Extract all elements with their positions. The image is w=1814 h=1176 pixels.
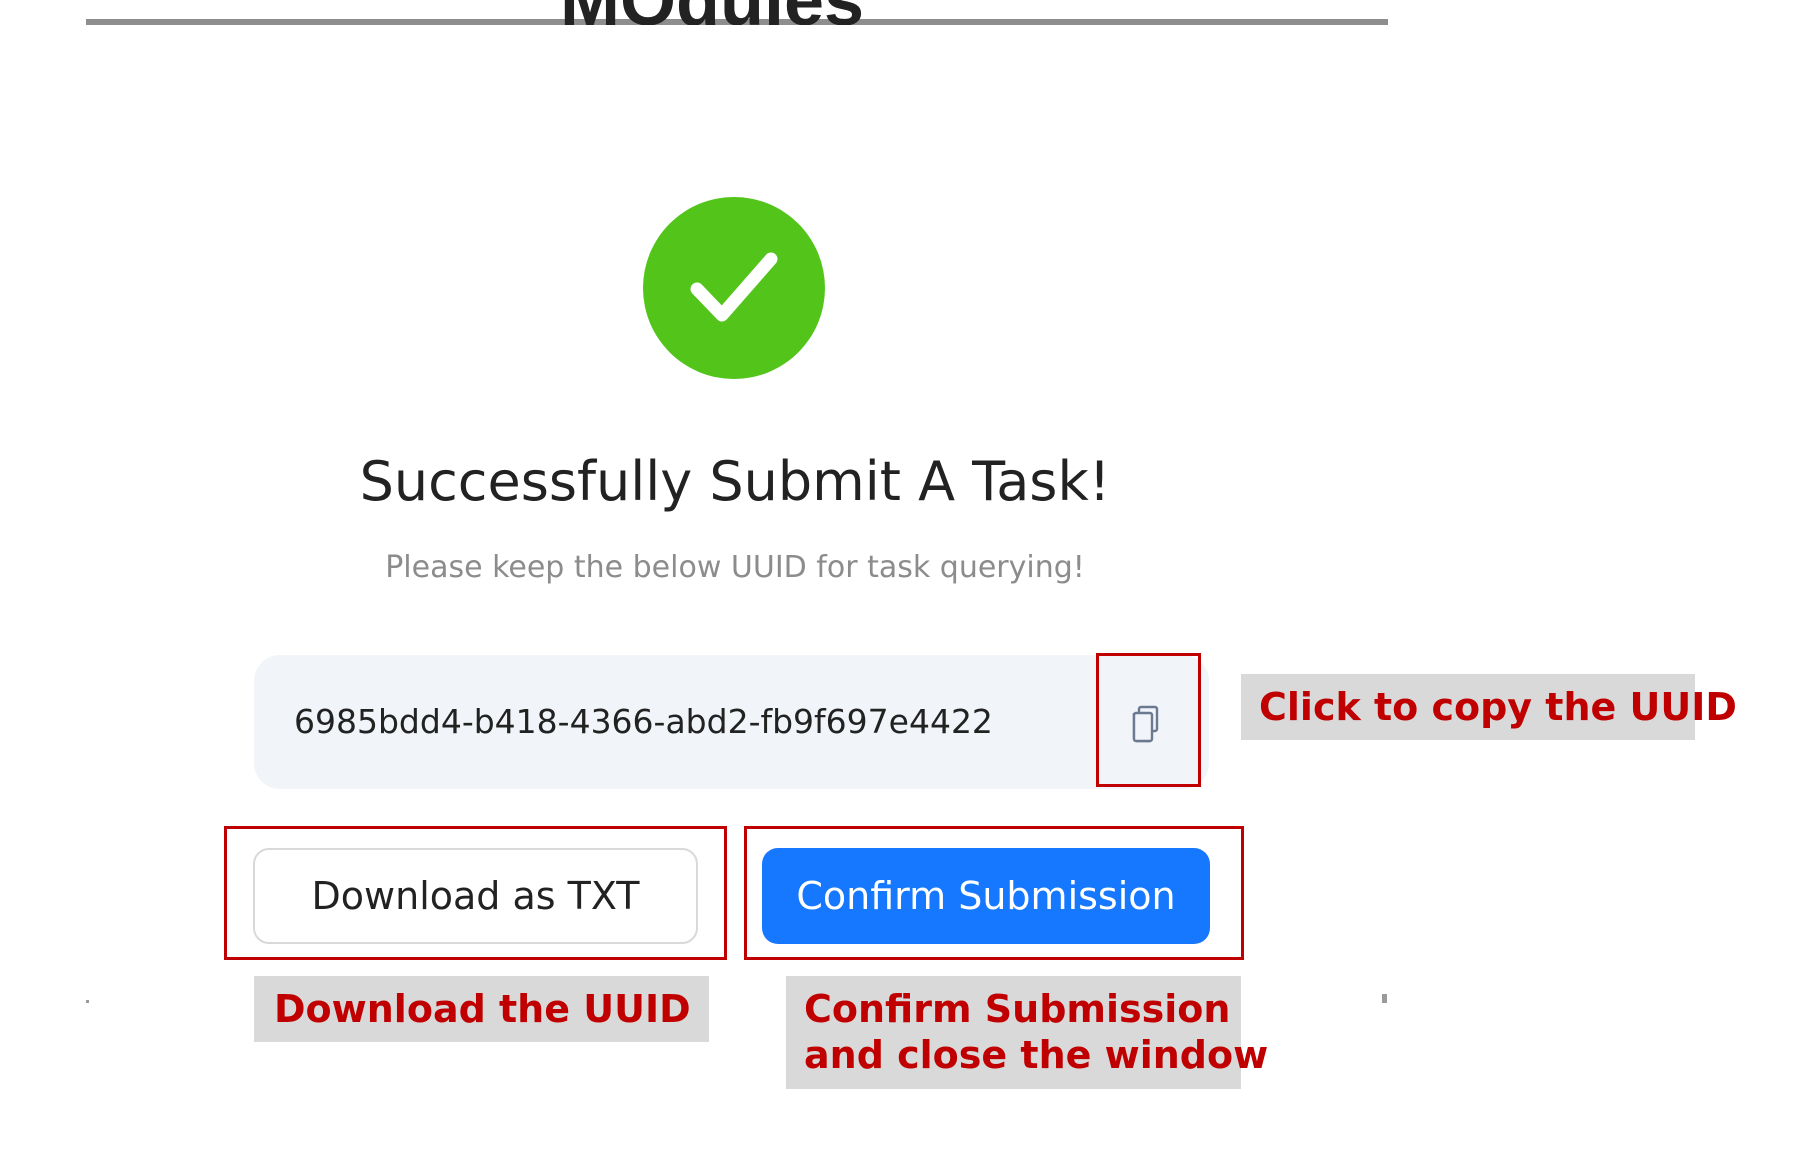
- confirm-callout: Confirm Submission and close the window: [786, 976, 1269, 1089]
- background-heading-fragment: MOdules: [560, 0, 910, 26]
- dialog-title: Successfully Submit A Task!: [359, 450, 1111, 513]
- dialog-subtitle: Please keep the below UUID for task quer…: [385, 550, 1085, 585]
- confirm-callout-line-2: and close the window: [804, 1033, 1269, 1077]
- download-callout-text: Download the UUID: [274, 987, 691, 1031]
- check-circle-icon: [643, 197, 825, 379]
- copy-callout-text: Click to copy the UUID: [1259, 685, 1737, 729]
- checkmark-glyph: [690, 252, 778, 322]
- background-heading-text: MOdules: [560, 0, 864, 26]
- copy-button-highlight: [1096, 653, 1201, 787]
- screenshot-stage: MOdules Successfully Submit A Task! Plea…: [0, 0, 1814, 1176]
- modal-corner-right: [1382, 994, 1387, 1003]
- download-button-highlight: [224, 826, 727, 960]
- uuid-value: 6985bdd4-b418-4366-abd2-fb9f697e4422: [294, 702, 993, 741]
- confirm-button-highlight: [744, 826, 1244, 960]
- uuid-display-field: 6985bdd4-b418-4366-abd2-fb9f697e4422: [254, 655, 1209, 789]
- modal-corner-left: [86, 1000, 89, 1003]
- confirm-callout-line-1: Confirm Submission: [804, 987, 1231, 1031]
- download-callout: Download the UUID: [254, 976, 709, 1042]
- copy-callout: Click to copy the UUID: [1241, 674, 1737, 740]
